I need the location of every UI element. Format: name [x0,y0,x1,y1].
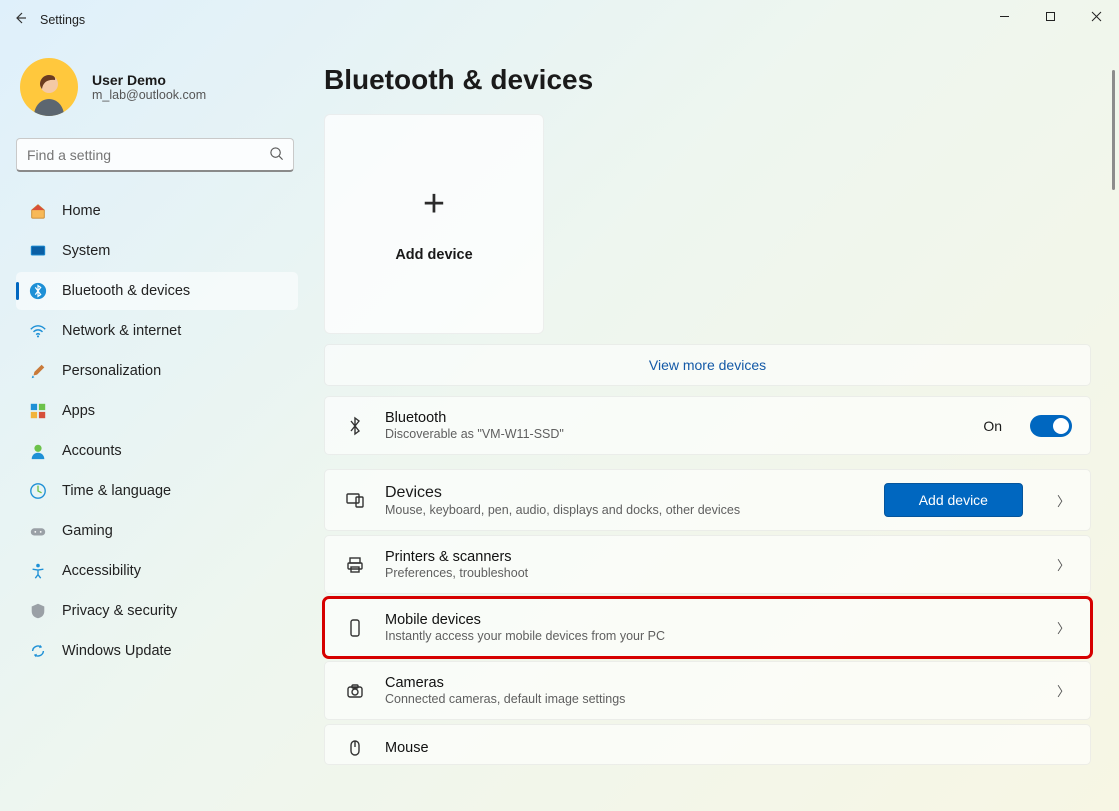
globe-clock-icon [28,481,48,501]
nav-personalization[interactable]: Personalization [16,352,298,390]
printers-row[interactable]: Printers & scanners Preferences, trouble… [324,535,1091,594]
bluetooth-outline-icon [343,416,367,436]
devices-icon [343,490,367,510]
nav-list: Home System Bluetooth & devices Network … [16,192,298,670]
nav-label: Gaming [62,523,113,539]
profile-block[interactable]: User Demo m_lab@outlook.com [20,58,298,116]
button-label: Add device [919,492,988,508]
row-subtitle: Discoverable as "VM-W11-SSD" [385,427,965,441]
row-subtitle: Mouse, keyboard, pen, audio, displays an… [385,503,866,517]
nav-privacy-security[interactable]: Privacy & security [16,592,298,630]
chevron-right-icon: 〉 [1055,491,1072,510]
nav-home[interactable]: Home [16,192,298,230]
nav-label: Apps [62,403,95,419]
chevron-right-icon: 〉 [1055,618,1072,637]
window-title: Settings [40,13,85,27]
nav-bluetooth-devices[interactable]: Bluetooth & devices [16,272,298,310]
nav-label: Time & language [62,483,171,499]
nav-label: Accessibility [62,563,141,579]
cameras-row[interactable]: Cameras Connected cameras, default image… [324,661,1091,720]
bluetooth-icon [28,281,48,301]
row-subtitle: Connected cameras, default image setting… [385,692,1037,706]
brush-icon [28,361,48,381]
plus-icon: + [423,185,445,223]
system-icon [28,241,48,261]
add-device-label: Add device [395,247,472,263]
mouse-icon [343,738,367,758]
chevron-right-icon: 〉 [1055,555,1072,574]
nav-label: Network & internet [62,323,181,339]
main-content: Bluetooth & devices + Add device View mo… [310,40,1119,811]
row-subtitle: Preferences, troubleshoot [385,566,1037,580]
gamepad-icon [28,521,48,541]
row-subtitle: Instantly access your mobile devices fro… [385,629,1037,643]
camera-icon [343,681,367,701]
person-icon [28,441,48,461]
bluetooth-toggle-row[interactable]: Bluetooth Discoverable as "VM-W11-SSD" O… [324,396,1091,455]
maximize-button[interactable] [1027,0,1073,32]
nav-network[interactable]: Network & internet [16,312,298,350]
chevron-right-icon: 〉 [1055,681,1072,700]
close-button[interactable] [1073,0,1119,32]
nav-system[interactable]: System [16,232,298,270]
nav-time-language[interactable]: Time & language [16,472,298,510]
nav-label: System [62,243,110,259]
devices-row[interactable]: Devices Mouse, keyboard, pen, audio, dis… [324,469,1091,531]
nav-label: Bluetooth & devices [62,283,190,299]
wifi-icon [28,321,48,341]
bluetooth-toggle[interactable] [1030,415,1072,437]
row-title: Printers & scanners [385,549,1037,565]
scrollbar-thumb[interactable] [1112,70,1115,190]
nav-label: Accounts [62,443,122,459]
nav-windows-update[interactable]: Windows Update [16,632,298,670]
profile-email: m_lab@outlook.com [92,88,206,102]
nav-label: Privacy & security [62,603,177,619]
nav-gaming[interactable]: Gaming [16,512,298,550]
search-input[interactable] [16,138,294,172]
update-icon [28,641,48,661]
row-title: Mouse [385,740,1072,756]
row-title: Cameras [385,675,1037,691]
mobile-devices-row[interactable]: Mobile devices Instantly access your mob… [324,598,1091,657]
nav-label: Windows Update [62,643,172,659]
link-label: View more devices [649,357,766,373]
nav-label: Personalization [62,363,161,379]
minimize-button[interactable] [981,0,1027,32]
printer-icon [343,555,367,575]
profile-name: User Demo [92,72,206,88]
nav-accessibility[interactable]: Accessibility [16,552,298,590]
nav-apps[interactable]: Apps [16,392,298,430]
add-device-button[interactable]: Add device [884,483,1023,517]
shield-icon [28,601,48,621]
back-button[interactable] [0,10,40,31]
search-icon [269,146,284,166]
page-title: Bluetooth & devices [324,64,1091,96]
search-box[interactable] [16,138,294,172]
mouse-row[interactable]: Mouse [324,724,1091,765]
toggle-state: On [983,418,1002,434]
sidebar: User Demo m_lab@outlook.com Home System … [0,40,310,811]
add-device-tile[interactable]: + Add device [324,114,544,334]
home-icon [28,201,48,221]
apps-icon [28,401,48,421]
titlebar: Settings [0,0,1119,40]
nav-accounts[interactable]: Accounts [16,432,298,470]
row-title: Bluetooth [385,410,965,426]
nav-label: Home [62,203,101,219]
accessibility-icon [28,561,48,581]
phone-icon [343,618,367,638]
row-title: Mobile devices [385,612,1037,628]
view-more-devices-link[interactable]: View more devices [324,344,1091,386]
avatar [20,58,78,116]
window-controls [981,0,1119,32]
